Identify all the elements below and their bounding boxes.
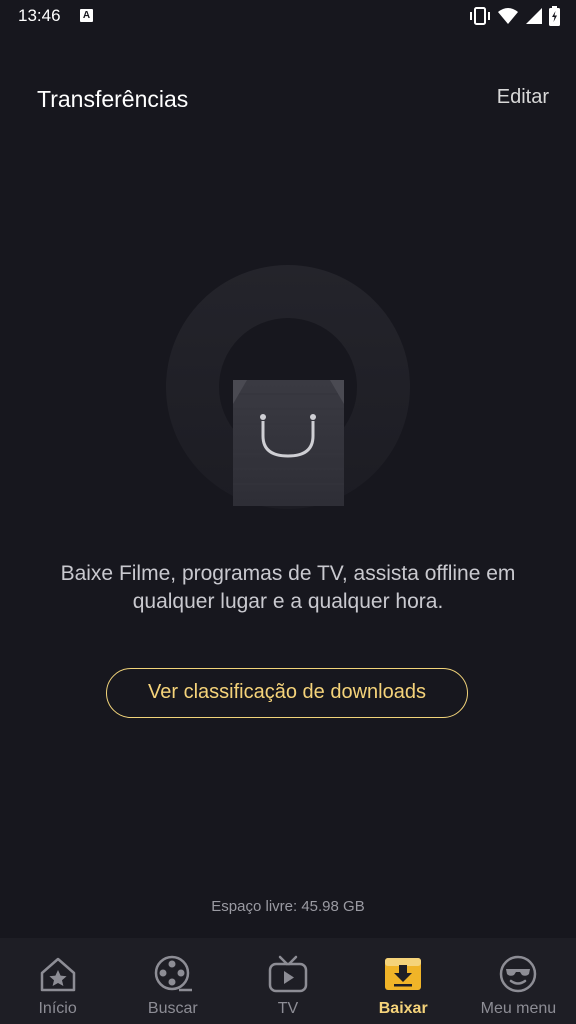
vibrate-icon bbox=[470, 7, 490, 25]
nav-label-inicio: Início bbox=[38, 1000, 77, 1017]
tv-play-icon bbox=[268, 955, 308, 993]
home-star-icon bbox=[40, 957, 75, 992]
nav-item-baixar[interactable]: Baixar bbox=[346, 938, 461, 1024]
bottom-nav: Início Buscar TV Baixar Meu menu bbox=[0, 938, 576, 1024]
nav-item-buscar[interactable]: Buscar bbox=[115, 938, 230, 1024]
download-icon bbox=[385, 958, 422, 990]
status-bar: 13:46 A bbox=[0, 0, 576, 32]
shopping-bag-icon bbox=[166, 265, 410, 509]
nav-label-buscar: Buscar bbox=[147, 1000, 198, 1017]
wifi-icon bbox=[498, 8, 518, 24]
nav-item-meu-menu[interactable]: Meu menu bbox=[461, 938, 576, 1024]
free-space-label: Espaço livre: 45.98 GB bbox=[211, 898, 365, 915]
edit-button[interactable]: Editar bbox=[497, 86, 549, 109]
empty-state-message: Baixe Filme, programas de TV, assista of… bbox=[60, 562, 516, 613]
nav-label-tv: TV bbox=[277, 1000, 299, 1017]
nav-label-meu-menu: Meu menu bbox=[480, 1000, 557, 1017]
nav-label-baixar: Baixar bbox=[378, 1000, 428, 1017]
status-icons bbox=[469, 6, 560, 26]
sunglasses-face-icon bbox=[500, 955, 537, 993]
cellular-icon bbox=[526, 8, 542, 24]
film-reel-icon bbox=[154, 955, 192, 992]
a-icon: A bbox=[80, 9, 93, 22]
page-title: Transferências bbox=[37, 86, 189, 112]
nav-item-inicio[interactable]: Início bbox=[0, 938, 115, 1024]
header: Transferências Editar bbox=[0, 80, 576, 120]
view-download-ranking-button[interactable]: Ver classificação de downloads bbox=[106, 668, 468, 718]
status-time: 13:46 bbox=[18, 6, 61, 25]
battery-charging-icon bbox=[549, 6, 560, 26]
nav-item-tv[interactable]: TV bbox=[230, 938, 345, 1024]
